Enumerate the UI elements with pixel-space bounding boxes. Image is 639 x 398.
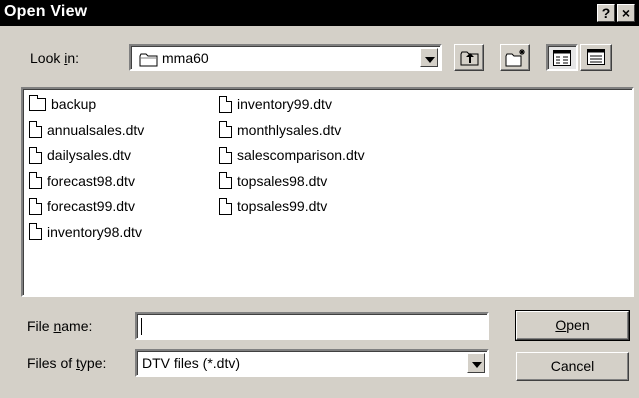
file-item[interactable]: inventory99.dtv — [219, 93, 332, 115]
file-list[interactable]: backup annualsales.dtv dailysales.dtv forec… — [25, 91, 630, 293]
file-item[interactable]: dailysales.dtv — [29, 144, 131, 166]
file-item[interactable]: topsales98.dtv — [219, 170, 327, 192]
document-icon — [219, 95, 232, 113]
list-view-icon — [553, 50, 571, 69]
up-one-level-button[interactable] — [454, 44, 484, 71]
document-icon — [219, 172, 232, 189]
folder-icon — [29, 94, 46, 111]
file-item-label: inventory99.dtv — [237, 96, 332, 112]
chevron-down-icon[interactable] — [467, 353, 485, 373]
look-in-label: Look in: — [30, 50, 80, 66]
document-icon — [29, 172, 42, 189]
file-item[interactable]: monthlysales.dtv — [219, 119, 341, 141]
list-view-button[interactable] — [546, 44, 578, 71]
close-button[interactable]: × — [617, 4, 635, 22]
details-view-button[interactable] — [580, 44, 612, 71]
new-folder-icon — [505, 48, 527, 71]
document-icon — [219, 197, 232, 215]
chevron-down-icon[interactable] — [420, 48, 438, 67]
document-icon — [29, 223, 42, 240]
file-item[interactable]: annualsales.dtv — [29, 119, 144, 141]
text-cursor — [141, 318, 142, 335]
cancel-button[interactable]: Cancel — [516, 352, 629, 381]
document-icon — [219, 146, 232, 164]
file-item[interactable]: topsales99.dtv — [219, 195, 327, 217]
title-bar: Open View ? × — [0, 0, 639, 26]
file-item-label: forecast99.dtv — [47, 198, 135, 214]
details-view-icon — [587, 49, 605, 68]
document-icon — [29, 146, 42, 164]
look-in-value: mma60 — [162, 50, 209, 66]
file-name-label: File name: — [27, 318, 93, 334]
file-item-label: inventory98.dtv — [47, 223, 142, 240]
file-name-input[interactable] — [135, 312, 489, 340]
file-type-dropdown[interactable]: DTV files (*.dtv) — [135, 349, 489, 377]
folder-icon — [139, 53, 159, 70]
file-item-label: topsales99.dtv — [237, 198, 328, 214]
file-item[interactable]: forecast98.dtv — [29, 170, 135, 192]
open-button[interactable]: Open — [515, 310, 630, 341]
document-icon — [219, 121, 232, 138]
file-item[interactable]: inventory98.dtv — [29, 221, 142, 243]
file-item-label: salescomparison.dtv — [237, 147, 365, 163]
document-icon — [29, 121, 42, 138]
file-type-label: Files of type: — [27, 355, 107, 371]
document-icon — [29, 197, 42, 215]
window-title: Open View — [4, 3, 88, 20]
folder-item[interactable]: backup — [29, 93, 96, 115]
file-item-label: backup — [51, 96, 97, 112]
help-button[interactable]: ? — [597, 4, 615, 22]
file-item-label: dailysales.dtv — [47, 147, 132, 163]
look-in-dropdown[interactable]: mma60 — [129, 44, 442, 71]
file-item-label: topsales98.dtv — [237, 172, 328, 189]
file-item-label: monthlysales.dtv — [237, 121, 342, 138]
file-item[interactable]: forecast99.dtv — [29, 195, 135, 217]
file-list-box[interactable]: backup annualsales.dtv dailysales.dtv forec… — [21, 87, 634, 297]
new-folder-button[interactable] — [500, 44, 530, 71]
file-item-label: forecast98.dtv — [47, 172, 135, 189]
file-type-value: DTV files (*.dtv) — [142, 355, 241, 371]
file-item-label: annualsales.dtv — [47, 121, 145, 138]
file-item[interactable]: salescomparison.dtv — [219, 144, 365, 166]
up-folder-icon — [460, 50, 480, 69]
